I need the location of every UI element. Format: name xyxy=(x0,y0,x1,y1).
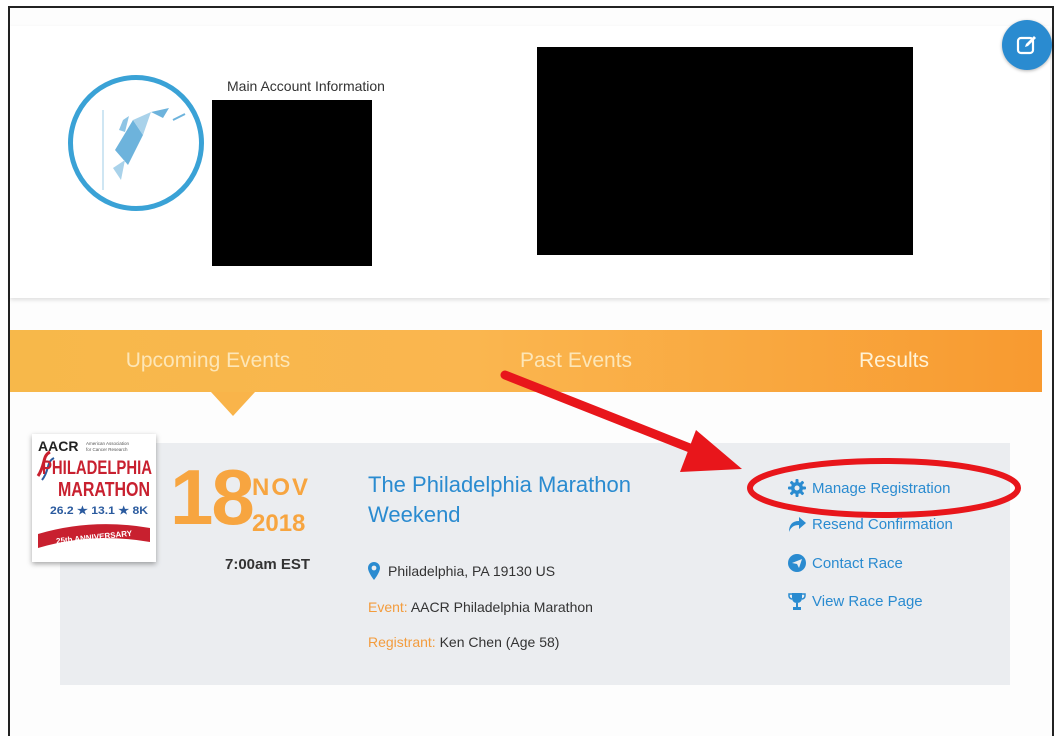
svg-text:for Cancer Research: for Cancer Research xyxy=(86,447,128,452)
contact-race-label: Contact Race xyxy=(812,554,903,572)
event-name: AACR Philadelphia Marathon xyxy=(410,599,593,615)
share-arrow-icon xyxy=(789,516,806,532)
event-time: 7:00am EST xyxy=(225,556,311,573)
event-year: 2018 xyxy=(252,510,306,537)
edit-icon xyxy=(1016,36,1036,55)
logo-aacr-text: AACR xyxy=(38,438,78,454)
runner-icon xyxy=(102,108,186,190)
tab-upcoming-events[interactable]: Upcoming Events xyxy=(10,330,406,392)
logo-marathon-text: MARATHON xyxy=(58,479,150,501)
gear-icon xyxy=(788,479,806,497)
tab-past-events[interactable]: Past Events xyxy=(406,330,746,392)
event-location: Philadelphia, PA 19130 US xyxy=(368,562,555,580)
account-title: Main Account Information xyxy=(227,78,385,94)
resend-confirmation-link[interactable]: Resend Confirmation xyxy=(788,516,953,533)
avatar xyxy=(68,75,204,211)
contact-race-link[interactable]: Contact Race xyxy=(788,554,903,572)
logo-distances-text: 26.2 ★ 13.1 ★ 8K xyxy=(50,505,148,517)
active-tab-indicator xyxy=(211,392,255,416)
event-day: 18 xyxy=(170,453,255,541)
send-icon xyxy=(788,554,806,572)
event-name-row: Event: AACR Philadelphia Marathon xyxy=(368,599,593,615)
edit-profile-button[interactable] xyxy=(1002,20,1052,70)
registrant-label: Registrant: xyxy=(368,634,436,650)
view-race-page-label: View Race Page xyxy=(812,592,923,610)
race-logo-image: AACR American Association for Cancer Res… xyxy=(36,438,152,548)
event-month: NOV xyxy=(252,474,311,501)
logo-city-text: PHILADELPHIA xyxy=(42,458,152,479)
event-title-link[interactable]: The Philadelphia Marathon Weekend xyxy=(368,470,688,530)
event-label: Event: xyxy=(368,599,408,615)
registrant-name: Ken Chen (Age 58) xyxy=(439,634,560,650)
trophy-icon xyxy=(788,593,806,610)
registrant-row: Registrant: Ken Chen (Age 58) xyxy=(368,634,559,650)
redacted-block xyxy=(212,100,372,266)
map-pin-icon xyxy=(368,562,380,580)
tab-results[interactable]: Results xyxy=(746,330,1042,392)
manage-registration-label: Manage Registration xyxy=(812,479,951,497)
redacted-block xyxy=(537,47,913,255)
manage-registration-link[interactable]: Manage Registration xyxy=(788,479,950,497)
svg-text:American Association: American Association xyxy=(86,441,130,446)
race-logo[interactable]: AACR American Association for Cancer Res… xyxy=(32,434,156,562)
events-tabs: Upcoming Events Past Events Results xyxy=(10,330,1042,392)
event-location-text: Philadelphia, PA 19130 US xyxy=(388,563,556,579)
resend-confirmation-label: Resend Confirmation xyxy=(812,516,953,533)
view-race-page-link[interactable]: View Race Page xyxy=(788,592,923,610)
